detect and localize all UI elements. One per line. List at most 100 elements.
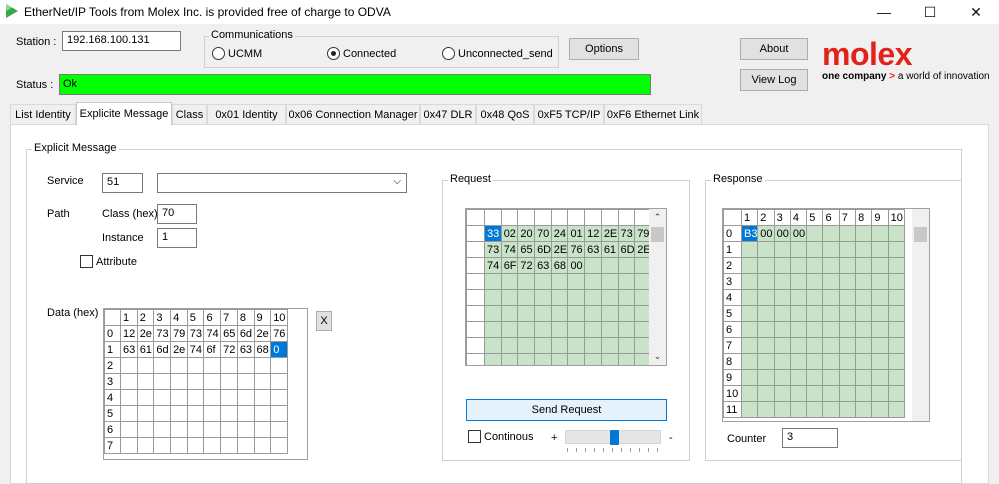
grid-cell[interactable]: [740, 305, 759, 322]
grid-cell[interactable]: [887, 369, 905, 386]
grid-cell[interactable]: [517, 353, 536, 365]
grid-cell[interactable]: [120, 421, 138, 438]
grid-row-header[interactable]: [466, 225, 485, 242]
grid-cell[interactable]: [757, 385, 775, 402]
grid-cell[interactable]: 6d: [153, 341, 172, 358]
grid-row-header[interactable]: [466, 257, 485, 274]
grid-cell[interactable]: 2e: [253, 325, 272, 342]
grid-column-header[interactable]: [617, 209, 636, 226]
grid-cell[interactable]: [186, 389, 205, 406]
grid-row[interactable]: 1: [723, 241, 905, 258]
grid-cell[interactable]: [822, 305, 840, 322]
grid-row[interactable]: 10: [723, 385, 905, 402]
grid-row[interactable]: 2: [104, 357, 288, 374]
grid-row[interactable]: 5: [723, 305, 905, 322]
grid-cell[interactable]: [871, 369, 889, 386]
radio-connected[interactable]: Connected: [327, 47, 396, 60]
grid-cell[interactable]: 63: [236, 341, 255, 358]
grid-row-header[interactable]: 2: [723, 257, 742, 274]
grid-cell[interactable]: [887, 289, 905, 306]
grid-cell[interactable]: [220, 405, 238, 422]
grid-cell[interactable]: [740, 257, 759, 274]
grid-cell[interactable]: [887, 401, 905, 418]
grid-cell[interactable]: [773, 321, 791, 338]
scroll-thumb[interactable]: [914, 227, 927, 242]
grid-cell[interactable]: [822, 385, 840, 402]
grid-cell[interactable]: [740, 337, 759, 354]
grid-cell[interactable]: 2E: [550, 241, 569, 258]
grid-cell[interactable]: 74: [203, 325, 222, 342]
grid-row[interactable]: 6: [723, 321, 905, 338]
grid-cell[interactable]: [757, 241, 775, 258]
grid-cell[interactable]: [500, 337, 519, 354]
grid-cell[interactable]: [871, 385, 889, 402]
grid-cell[interactable]: [617, 305, 636, 322]
about-button[interactable]: About: [740, 38, 808, 60]
grid-cell[interactable]: [838, 369, 857, 386]
grid-cell[interactable]: [517, 273, 536, 290]
grid-cell[interactable]: [773, 289, 791, 306]
grid-cell[interactable]: [838, 385, 857, 402]
grid-cell[interactable]: [789, 337, 808, 354]
grid-cell[interactable]: 20: [517, 225, 536, 242]
grid-cell[interactable]: [855, 289, 873, 306]
grid-cell[interactable]: [270, 373, 288, 390]
grid-cell[interactable]: [517, 289, 536, 306]
grid-cell[interactable]: [500, 321, 519, 338]
grid-cell[interactable]: [838, 289, 857, 306]
grid-cell[interactable]: [617, 353, 636, 365]
grid-column-header[interactable]: 6: [203, 309, 222, 326]
grid-cell[interactable]: [855, 369, 873, 386]
grid-cell[interactable]: [855, 257, 873, 274]
grid-cell[interactable]: [584, 273, 602, 290]
grid-cell[interactable]: [120, 437, 138, 454]
grid-cell[interactable]: [855, 241, 873, 258]
grid-cell[interactable]: [236, 405, 255, 422]
grid-cell[interactable]: [855, 385, 873, 402]
grid-cell[interactable]: [887, 257, 905, 274]
grid-row-header[interactable]: 8: [723, 353, 742, 370]
grid-row[interactable]: [466, 337, 652, 354]
grid-cell[interactable]: [617, 289, 636, 306]
grid-cell[interactable]: [740, 353, 759, 370]
grid-column-header[interactable]: 7: [220, 309, 238, 326]
grid-row[interactable]: 9: [723, 369, 905, 386]
tab-class[interactable]: Class: [172, 104, 207, 124]
grid-cell[interactable]: [822, 257, 840, 274]
grid-row-header[interactable]: 0: [723, 225, 742, 242]
grid-row-header[interactable]: [466, 273, 485, 290]
grid-cell[interactable]: [567, 273, 586, 290]
grid-row[interactable]: [466, 321, 652, 338]
grid-cell[interactable]: [153, 405, 172, 422]
grid-row[interactable]: 4: [104, 389, 288, 406]
grid-cell[interactable]: [203, 437, 222, 454]
grid-row[interactable]: 11: [723, 401, 905, 418]
grid-column-header[interactable]: 2: [757, 209, 775, 226]
grid-column-header[interactable]: [550, 209, 569, 226]
grid-cell[interactable]: [789, 353, 808, 370]
grid-cell[interactable]: [757, 273, 775, 290]
tab-0xf5-tcpip[interactable]: 0xF5 TCP/IP: [534, 104, 604, 124]
grid-cell[interactable]: 76: [567, 241, 586, 258]
grid-cell[interactable]: 6d: [236, 325, 255, 342]
grid-row[interactable]: 74 6F 72 63 68 00: [466, 257, 652, 274]
tab-0x06-connection-manager[interactable]: 0x06 Connection Manager: [286, 104, 420, 124]
grid-cell[interactable]: [855, 353, 873, 370]
grid-cell[interactable]: [136, 373, 155, 390]
grid-cell[interactable]: [253, 405, 272, 422]
grid-row[interactable]: 3: [104, 373, 288, 390]
grid-cell[interactable]: B3: [740, 225, 759, 242]
grid-row[interactable]: 7: [723, 337, 905, 354]
grid-cell[interactable]: 2e: [136, 325, 155, 342]
grid-cell[interactable]: [740, 401, 759, 418]
grid-cell[interactable]: [550, 353, 569, 365]
grid-cell[interactable]: [871, 353, 889, 370]
grid-cell[interactable]: 6D: [534, 241, 552, 258]
grid-cell[interactable]: [806, 337, 824, 354]
grid-cell[interactable]: [517, 321, 536, 338]
response-grid[interactable]: 1 2 3 4 5 6 7 8 9 10 0 B3 00 00 00 1 2 3 4 5 6 7 8 9 10 11: [722, 208, 930, 422]
grid-column-header[interactable]: [500, 209, 519, 226]
scroll-up-icon[interactable]: ⌃: [649, 209, 666, 226]
tab-0xf6-ethernet-link[interactable]: 0xF6 Ethernet Link: [604, 104, 702, 124]
grid-cell[interactable]: [136, 405, 155, 422]
